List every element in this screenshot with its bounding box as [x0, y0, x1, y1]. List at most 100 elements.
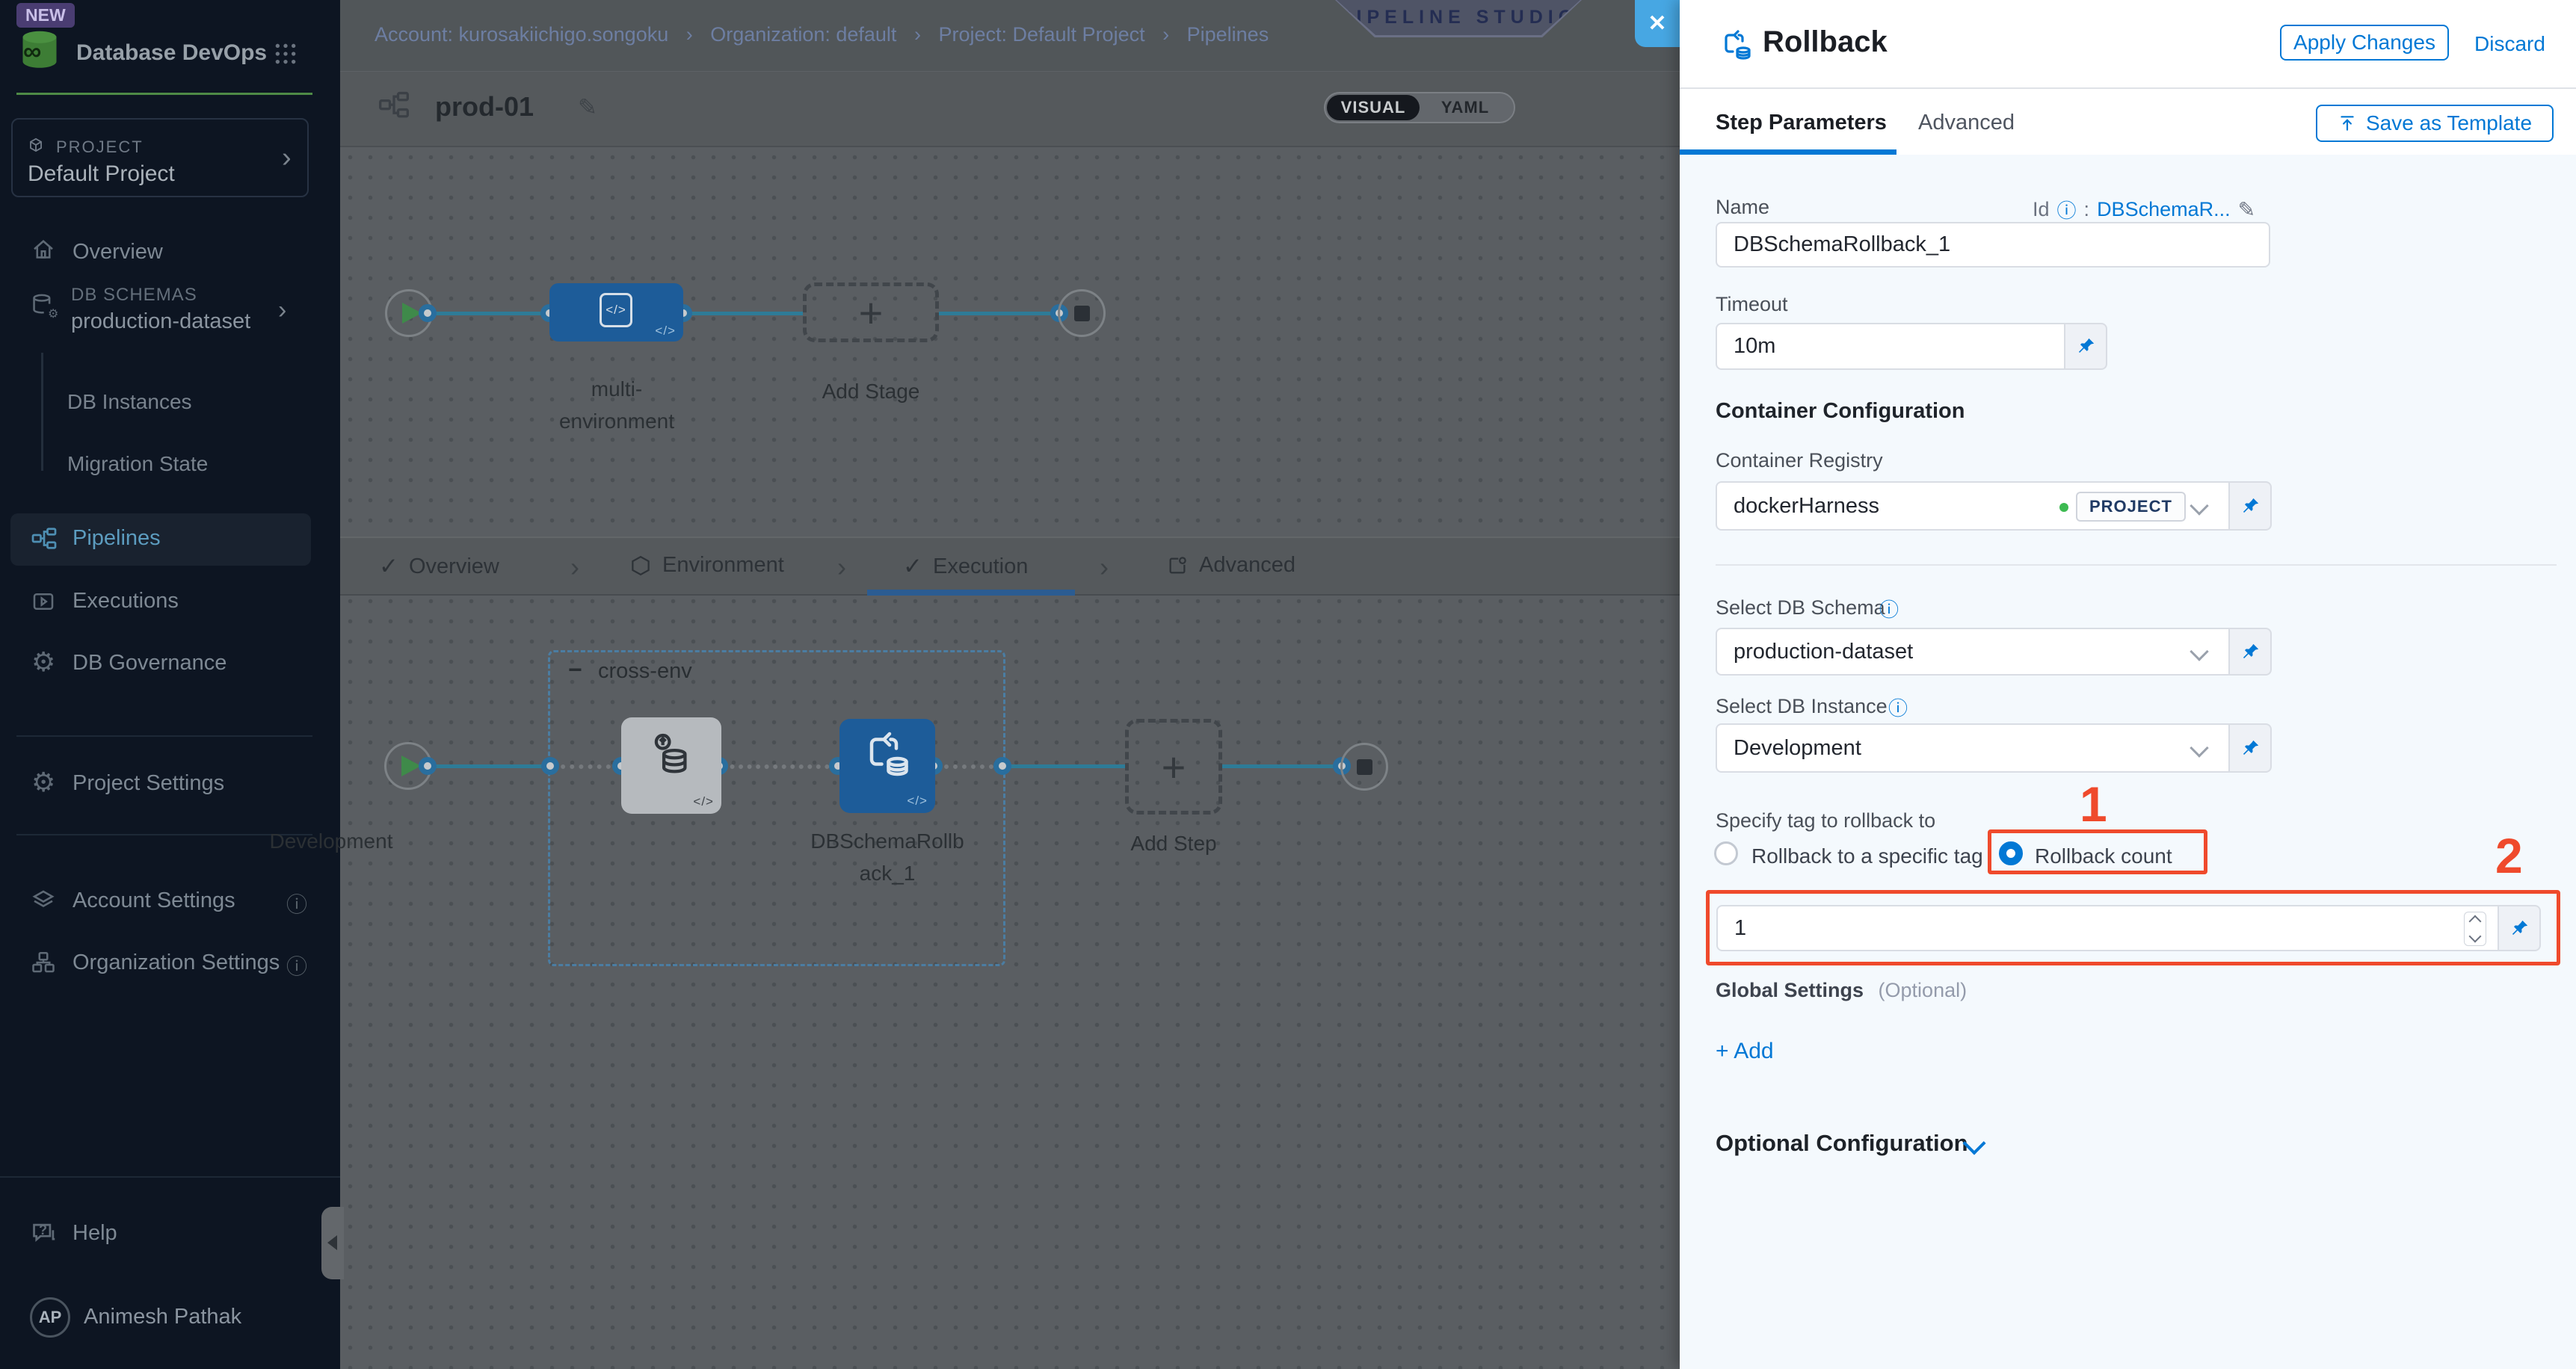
name-input[interactable]: DBSchemaRollback_1 — [1716, 222, 2270, 268]
pin-icon — [2240, 642, 2261, 662]
sidebar-collapse-handle[interactable] — [321, 1207, 344, 1279]
cube-icon — [26, 136, 46, 155]
sidebar-item-help[interactable]: Help — [73, 1221, 117, 1246]
edit-pencil-icon[interactable]: ✎ — [2238, 197, 2255, 222]
sidebar-item-account-settings[interactable]: Account Settings — [73, 889, 235, 913]
module-grid-icon[interactable] — [273, 42, 298, 66]
timeout-input[interactable]: 10m — [1716, 323, 2065, 370]
sidebar-item-migration-state[interactable]: Migration State — [67, 452, 208, 476]
pipeline-canvas[interactable] — [340, 147, 1680, 1369]
breadcrumb-project[interactable]: Project: Default Project — [938, 23, 1144, 46]
chevron-down-icon[interactable] — [2190, 496, 2208, 515]
step-node-development[interactable]: </> — [621, 717, 721, 814]
collapse-minus-icon[interactable]: − — [568, 656, 582, 684]
app-title: Database DevOps — [76, 40, 267, 66]
connector-dot — [993, 757, 1011, 775]
sidebar-item-db-instances[interactable]: DB Instances — [67, 390, 192, 414]
new-badge: NEW — [16, 3, 75, 28]
breadcrumb-pipelines[interactable]: Pipelines — [1187, 23, 1269, 46]
close-drawer-button[interactable]: ✕ — [1635, 0, 1680, 47]
sidebar-item-pipelines[interactable]: Pipelines — [10, 513, 311, 566]
user-name[interactable]: Animesh Pathak — [84, 1305, 241, 1329]
connector-dotted — [935, 764, 1002, 769]
radio-rollback-specific-tag[interactable] — [1714, 841, 1738, 865]
module-accent-line — [16, 93, 312, 95]
db-schema-icon: ⚙ — [30, 291, 58, 320]
connector-dot — [419, 757, 437, 775]
project-name: Default Project — [28, 161, 175, 187]
registry-pin[interactable] — [2230, 481, 2272, 531]
toggle-visual[interactable]: VISUAL — [1327, 95, 1420, 120]
breadcrumb-organization[interactable]: Organization: default — [710, 23, 896, 46]
sidebar-item-organization-settings[interactable]: Organization Settings — [73, 951, 280, 975]
drawer-title: Rollback — [1763, 25, 1888, 59]
container-config-heading: Container Configuration — [1716, 399, 1965, 424]
tab-overview[interactable]: ✓ Overview — [379, 553, 499, 580]
container-registry-input[interactable]: dockerHarness PROJECT — [1716, 481, 2230, 531]
toggle-yaml[interactable]: YAML — [1420, 95, 1511, 120]
connector — [683, 312, 803, 315]
add-global-setting-link[interactable]: + Add — [1716, 1039, 1774, 1064]
instance-pin[interactable] — [2230, 723, 2272, 773]
tab-environment[interactable]: Environment — [629, 553, 784, 578]
pin-icon — [2240, 738, 2261, 758]
divider — [1680, 87, 2576, 89]
account-settings-icon — [30, 887, 57, 914]
sidebar-item-db-governance[interactable]: DB Governance — [73, 651, 227, 676]
connector — [1004, 764, 1125, 768]
project-selector[interactable]: PROJECT Default Project › — [11, 118, 309, 197]
tab-step-parameters[interactable]: Step Parameters — [1716, 111, 1887, 135]
breadcrumb: Account: kurosakiichigo.songoku › Organi… — [375, 23, 1269, 46]
step-group-cross-env[interactable] — [548, 650, 1005, 966]
advanced-icon — [1166, 554, 1189, 578]
add-step-label: Add Step — [1106, 827, 1241, 859]
add-stage-button[interactable]: + — [803, 282, 939, 342]
annotation-number-2: 2 — [2495, 831, 2523, 880]
tab-execution[interactable]: ✓ Execution — [903, 553, 1028, 580]
sidebar-item-db-schemas-label[interactable]: DB SCHEMAS — [71, 285, 197, 306]
organization-settings-icon — [30, 949, 57, 976]
sidebar-item-overview[interactable]: Overview — [73, 240, 163, 265]
plus-icon: + — [859, 288, 884, 337]
add-step-button[interactable]: + — [1125, 719, 1222, 815]
home-icon — [30, 236, 57, 263]
edit-pencil-icon[interactable]: ✎ — [578, 94, 597, 121]
discard-button[interactable]: Discard — [2474, 32, 2545, 56]
chevron-down-icon[interactable] — [2190, 738, 2208, 757]
breadcrumb-account[interactable]: Account: kurosakiichigo.songoku — [375, 23, 668, 46]
visual-yaml-toggle[interactable]: VISUAL YAML — [1324, 92, 1515, 123]
avatar[interactable]: AP — [30, 1297, 70, 1338]
chevron-right-icon: › — [570, 551, 579, 583]
id-label: Id — [2033, 198, 2050, 221]
db-instance-select[interactable]: Development — [1716, 723, 2230, 773]
tab-advanced[interactable]: Advanced — [1166, 553, 1295, 578]
scope-badge: PROJECT — [2076, 492, 2186, 522]
pipeline-studio-badge: PIPELINE STUDIO — [1335, 0, 1582, 37]
step-node-dbschemarollback[interactable]: </> — [839, 719, 935, 813]
radio-rollback-specific-tag-label[interactable]: Rollback to a specific tag — [1751, 844, 1983, 868]
pin-icon — [2240, 496, 2261, 516]
stage-label: multi-environment — [508, 373, 725, 437]
sidebar-item-executions[interactable]: Executions — [73, 589, 179, 614]
code-badge: </> — [693, 794, 714, 809]
custom-stage-icon: </> — [606, 303, 626, 318]
db-schema-select[interactable]: production-dataset — [1716, 628, 2230, 676]
save-as-template-button[interactable]: Save as Template — [2316, 105, 2554, 142]
chevron-down-icon[interactable] — [2190, 642, 2208, 661]
apply-changes-button[interactable]: Apply Changes — [2280, 25, 2449, 61]
specify-tag-label: Specify tag to rollback to — [1716, 809, 1935, 832]
schema-pin[interactable] — [2230, 628, 2272, 676]
sidebar-item-project-settings[interactable]: Project Settings — [73, 771, 224, 796]
stage-node-multi-environment[interactable]: </> </> — [549, 283, 683, 342]
project-label: PROJECT — [56, 137, 144, 157]
info-icon: ⓘ — [2057, 196, 2077, 223]
pipelines-icon — [30, 526, 58, 553]
info-icon: ⓘ — [286, 889, 307, 918]
timeout-pin[interactable] — [2065, 323, 2107, 370]
breadcrumb-separator: › — [1162, 23, 1169, 46]
id-row: Id ⓘ : DBSchemaR... ✎ — [2033, 196, 2255, 223]
sidebar-item-db-schemas-value[interactable]: production-dataset — [71, 309, 250, 334]
optional-configuration-toggle[interactable]: Optional Configuration — [1716, 1130, 1968, 1157]
divider — [1716, 564, 2557, 566]
tab-advanced[interactable]: Advanced — [1918, 111, 2015, 135]
